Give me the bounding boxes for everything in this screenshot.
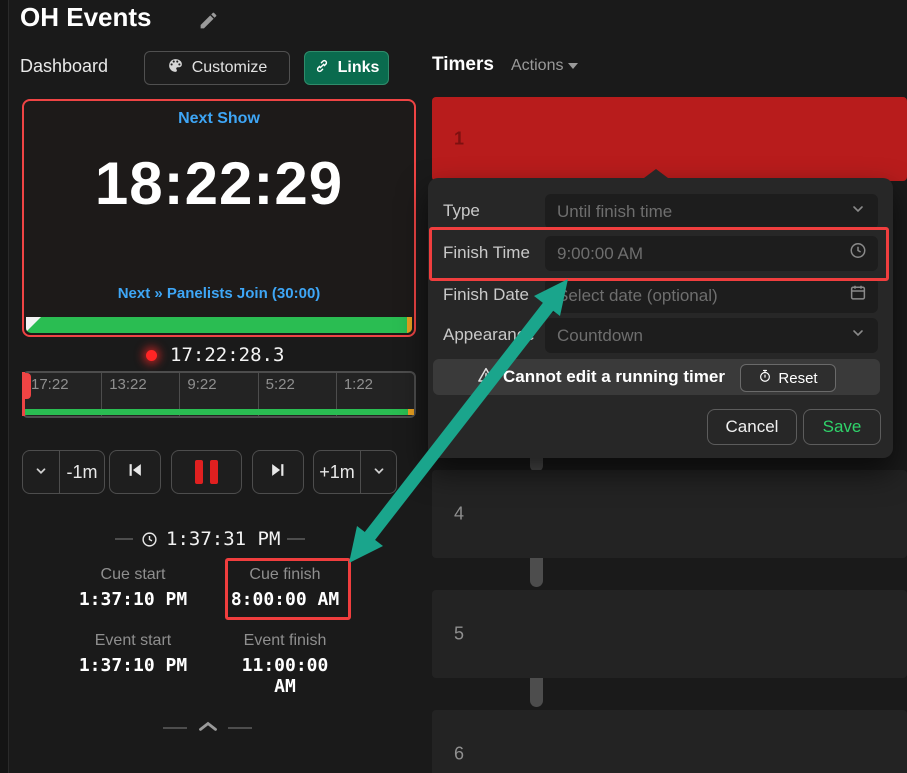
links-button[interactable]: Links bbox=[304, 51, 389, 85]
popup-caret bbox=[644, 169, 668, 178]
chevron-up-icon[interactable] bbox=[198, 719, 218, 738]
clock-icon bbox=[141, 531, 158, 553]
timer-row[interactable]: 6 9:00 AM 1:00:00 1st Hour bbox=[432, 710, 907, 773]
customize-button-label: Customize bbox=[192, 59, 268, 77]
left-edge-strip bbox=[0, 0, 9, 773]
viewer-countdown: 18:22:29 bbox=[24, 149, 414, 218]
palette-icon bbox=[167, 57, 184, 79]
add-minute-button[interactable]: +1m bbox=[314, 451, 360, 493]
type-label: Type bbox=[443, 201, 480, 221]
stopwatch-icon bbox=[758, 369, 772, 387]
timeline-playhead-flag[interactable] bbox=[23, 373, 31, 399]
recording-dot bbox=[146, 350, 157, 361]
divider-dash bbox=[287, 538, 305, 540]
minus-time-dropdown[interactable] bbox=[23, 451, 59, 493]
event-finish-value: 11:00:00 AM bbox=[230, 655, 340, 697]
app-root: OH Events Dashboard Customize Links Next… bbox=[0, 0, 907, 773]
appearance-label: Appearance bbox=[443, 325, 535, 345]
viewer-progress-bar bbox=[26, 317, 412, 333]
finish-time-label: Finish Time bbox=[443, 243, 530, 263]
chevron-down-icon bbox=[34, 462, 48, 483]
skip-back-icon bbox=[125, 460, 145, 485]
timer-row[interactable]: 4 8:40 AM 15:00 Timer Cue bbox=[432, 470, 907, 558]
progress-orange-tip bbox=[407, 317, 412, 333]
cancel-button[interactable]: Cancel bbox=[707, 409, 797, 445]
reset-button[interactable]: Reset bbox=[740, 364, 836, 392]
actions-label: Actions bbox=[511, 57, 563, 75]
edit-timer-popup: Type Until finish time Finish Time Finis… bbox=[428, 178, 893, 458]
timer-row[interactable]: 5 8:55 AM 5:00 Panelists Cue bbox=[432, 590, 907, 678]
event-start-value: 1:37:10 PM bbox=[73, 655, 193, 676]
divider-dash bbox=[228, 727, 252, 729]
calendar-icon[interactable] bbox=[849, 284, 867, 307]
event-finish-label: Event finish bbox=[225, 632, 345, 650]
breadcrumb-dashboard: Dashboard bbox=[20, 56, 108, 77]
type-select[interactable]: Until finish time bbox=[545, 194, 878, 229]
timer-viewer-card: Next Show 18:22:29 Next » Panelists Join… bbox=[22, 99, 416, 337]
viewer-timer-name: Next Show bbox=[24, 110, 414, 128]
skip-forward-icon bbox=[268, 460, 288, 485]
minus-time-group: -1m bbox=[22, 450, 105, 494]
progress-start-wedge bbox=[26, 317, 41, 332]
pause-button[interactable] bbox=[171, 450, 242, 494]
timer-row-number: 4 bbox=[446, 504, 472, 525]
plus-time-group: +1m bbox=[313, 450, 397, 494]
timer-row-number: 1 bbox=[446, 129, 472, 150]
previous-cue-button[interactable] bbox=[109, 450, 161, 494]
divider-dash bbox=[163, 727, 187, 729]
timer-row-active[interactable]: 1 1:37:10 PM » 8:00 AM Next Show bbox=[432, 97, 907, 181]
chevron-down-icon bbox=[568, 63, 578, 69]
warning-text: Cannot edit a running timer bbox=[503, 367, 725, 387]
subtract-minute-button[interactable]: -1m bbox=[59, 451, 104, 493]
chevron-down-icon bbox=[372, 462, 386, 483]
clock-icon[interactable] bbox=[849, 242, 867, 265]
plus-time-dropdown[interactable] bbox=[360, 451, 396, 493]
pause-icon bbox=[195, 460, 218, 484]
chevron-down-icon bbox=[850, 201, 866, 222]
chevron-down-icon bbox=[850, 325, 866, 346]
cue-start-label: Cue start bbox=[73, 566, 193, 584]
finish-date-input[interactable] bbox=[545, 278, 878, 313]
next-cue-button[interactable] bbox=[252, 450, 304, 494]
link-icon bbox=[314, 58, 330, 79]
reset-button-label: Reset bbox=[778, 370, 817, 387]
viewer-next-cue: Next » Panelists Join (30:00) bbox=[24, 285, 414, 302]
cue-finish-value: 8:00:00 AM bbox=[225, 589, 345, 610]
timer-row-number: 5 bbox=[446, 624, 472, 645]
warning-icon bbox=[477, 366, 495, 389]
event-start-label: Event start bbox=[73, 632, 193, 650]
timer-row-number: 6 bbox=[446, 744, 472, 765]
finish-time-input[interactable] bbox=[545, 236, 878, 271]
elapsed-time: 17:22:28.3 bbox=[170, 344, 284, 366]
customize-button[interactable]: Customize bbox=[144, 51, 290, 85]
timeline-progress-bar bbox=[24, 409, 414, 415]
edit-title-icon[interactable] bbox=[198, 10, 219, 36]
cue-finish-label: Cue finish bbox=[225, 566, 345, 584]
finish-date-label: Finish Date bbox=[443, 285, 529, 305]
actions-dropdown[interactable]: Actions bbox=[511, 57, 578, 75]
divider-dash bbox=[115, 538, 133, 540]
links-button-label: Links bbox=[338, 59, 380, 77]
timers-heading: Timers bbox=[432, 54, 494, 76]
cue-start-value: 1:37:10 PM bbox=[73, 589, 193, 610]
save-button[interactable]: Save bbox=[803, 409, 881, 445]
appearance-select[interactable]: Countdown bbox=[545, 318, 878, 353]
page-title: OH Events bbox=[20, 2, 152, 33]
current-time: 1:37:31 PM bbox=[166, 528, 280, 550]
